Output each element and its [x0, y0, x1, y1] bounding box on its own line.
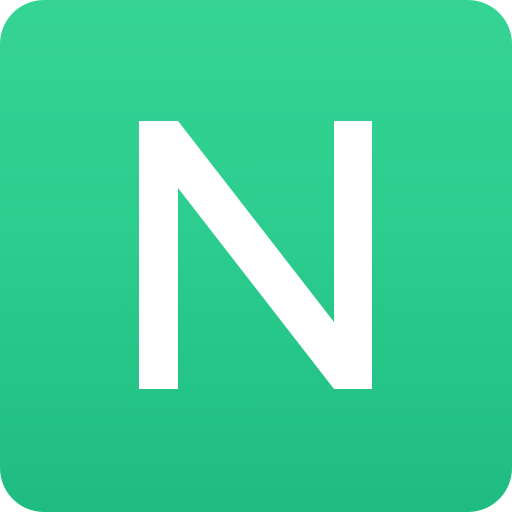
app-icon[interactable] — [0, 0, 512, 512]
n-letter-shape — [139, 121, 372, 389]
n-letter-logo-icon — [139, 121, 372, 389]
